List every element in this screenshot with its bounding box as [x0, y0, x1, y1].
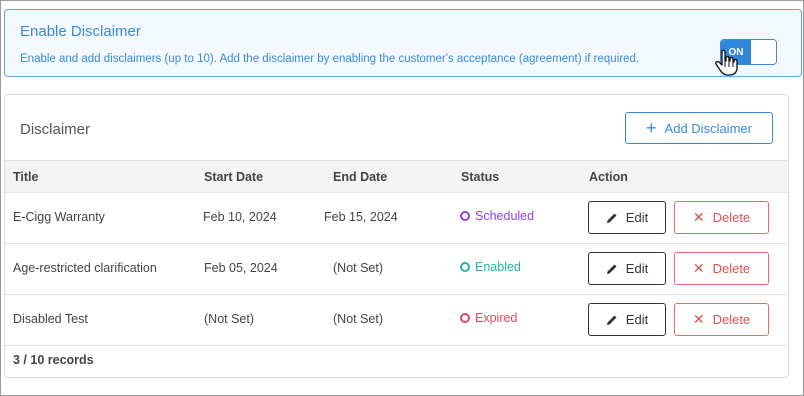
enable-disclaimer-banner: Enable Disclaimer Enable and add disclai… — [4, 9, 802, 77]
column-header-start-date: Start Date — [204, 170, 264, 184]
edit-button[interactable]: Edit — [588, 303, 666, 336]
edit-label: Edit — [625, 210, 649, 225]
row-end-date: (Not Set) — [333, 312, 384, 326]
edit-label: Edit — [625, 261, 649, 276]
row-end-date: Feb 15, 2024 — [324, 210, 398, 224]
edit-label: Edit — [625, 312, 649, 327]
row-start-date: (Not Set) — [204, 312, 255, 326]
status-label: Enabled — [475, 260, 521, 274]
close-icon: ✕ — [692, 209, 705, 225]
column-header-action: Action — [589, 170, 628, 184]
disclaimer-card: Disclaimer + Add Disclaimer Title Start … — [4, 94, 789, 378]
plus-icon: + — [646, 117, 657, 138]
delete-label: Delete — [712, 261, 751, 276]
status-badge: Enabled — [460, 260, 521, 274]
banner-title: Enable Disclaimer — [20, 23, 141, 40]
row-start-date: Feb 10, 2024 — [203, 210, 277, 224]
row-title: Disabled Test — [13, 312, 88, 326]
status-label: Expired — [475, 311, 518, 325]
delete-button[interactable]: ✕ Delete — [674, 303, 769, 336]
delete-label: Delete — [712, 312, 751, 327]
page-frame: Enable Disclaimer Enable and add disclai… — [0, 0, 804, 396]
records-count: 3 / 10 records — [13, 353, 94, 367]
banner-description: Enable and add disclaimers (up to 10). A… — [20, 53, 640, 65]
add-disclaimer-button[interactable]: + Add Disclaimer — [625, 112, 773, 144]
table-row: E-Cigg Warranty Feb 10, 2024 Feb 15, 202… — [5, 193, 788, 244]
status-badge: Scheduled — [460, 209, 534, 223]
delete-button[interactable]: ✕ Delete — [674, 252, 769, 285]
row-end-date: (Not Set) — [333, 261, 384, 275]
card-title: Disclaimer — [20, 121, 91, 138]
column-header-status: Status — [461, 170, 500, 184]
close-icon: ✕ — [692, 311, 705, 327]
row-start-date: Feb 05, 2024 — [204, 261, 278, 275]
pencil-icon — [606, 264, 617, 274]
status-dot-icon — [460, 211, 470, 221]
toggle-knob — [751, 40, 776, 64]
pencil-icon — [606, 213, 617, 223]
status-dot-icon — [460, 313, 470, 323]
column-header-title: Title — [13, 170, 39, 184]
status-badge: Expired — [460, 311, 517, 325]
status-label: Scheduled — [475, 209, 535, 223]
table-row: Age-restricted clarification Feb 05, 202… — [5, 244, 788, 295]
column-header-end-date: End Date — [333, 170, 388, 184]
row-title: Age-restricted clarification — [13, 261, 157, 275]
pencil-icon — [606, 315, 617, 325]
row-title: E-Cigg Warranty — [13, 210, 105, 224]
add-disclaimer-label: Add Disclaimer — [664, 120, 752, 136]
edit-button[interactable]: Edit — [588, 201, 666, 234]
close-icon: ✕ — [692, 260, 705, 276]
hand-cursor-icon — [715, 49, 738, 76]
delete-button[interactable]: ✕ Delete — [674, 201, 769, 234]
table-header: Title Start Date End Date Status Action — [5, 160, 788, 193]
status-dot-icon — [460, 262, 470, 272]
delete-label: Delete — [712, 210, 751, 225]
edit-button[interactable]: Edit — [588, 252, 666, 285]
table-row: Disabled Test (Not Set) (Not Set) Expire… — [5, 295, 788, 346]
